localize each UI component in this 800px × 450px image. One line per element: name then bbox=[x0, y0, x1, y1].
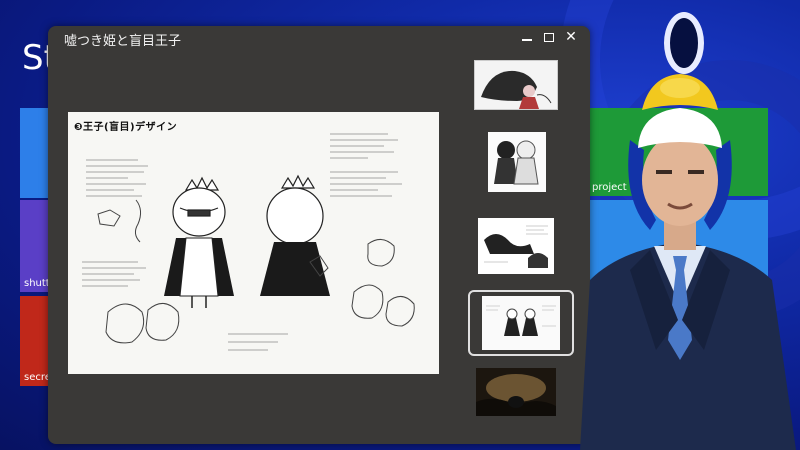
wolf-artwork-image bbox=[475, 61, 557, 109]
maximize-button[interactable] bbox=[540, 28, 558, 46]
close-icon: ✕ bbox=[565, 29, 577, 45]
tile-label: secre bbox=[24, 372, 51, 383]
tile-label: shutt bbox=[24, 278, 50, 289]
wolf-artwork-thumbnail[interactable] bbox=[474, 60, 558, 110]
storyboard-thumbnail[interactable] bbox=[478, 218, 554, 274]
presenter-video-overlay bbox=[560, 70, 800, 450]
presenter-image bbox=[580, 74, 796, 450]
princess-prince-image bbox=[488, 132, 546, 192]
prince-design-thumbnail-frame[interactable] bbox=[468, 290, 574, 356]
sheet-title: ❸王子(盲目)デザイン bbox=[74, 122, 178, 133]
storyboard-image bbox=[478, 218, 554, 274]
window-controls: ✕ bbox=[518, 28, 580, 46]
forest-scene-thumbnail[interactable] bbox=[476, 368, 556, 416]
princess-prince-thumbnail[interactable] bbox=[488, 132, 546, 192]
maximize-icon bbox=[544, 33, 554, 42]
prince-design-thumbnail bbox=[482, 296, 560, 350]
main-image-view[interactable]: ❸王子(盲目)デザイン bbox=[68, 112, 439, 374]
penguin-eye-graphic bbox=[664, 12, 704, 74]
prince-design-image bbox=[482, 296, 560, 350]
minimize-icon bbox=[522, 39, 532, 41]
close-button[interactable]: ✕ bbox=[562, 28, 580, 46]
window-title: 嘘つき姫と盲目王子 bbox=[64, 34, 182, 49]
minimize-button[interactable] bbox=[518, 28, 536, 46]
image-viewer-window: 嘘つき姫と盲目王子 ✕ ❸王子(盲目)デザイン bbox=[48, 26, 590, 444]
prince-design-sketch bbox=[82, 133, 415, 351]
forest-scene-image bbox=[476, 368, 556, 416]
